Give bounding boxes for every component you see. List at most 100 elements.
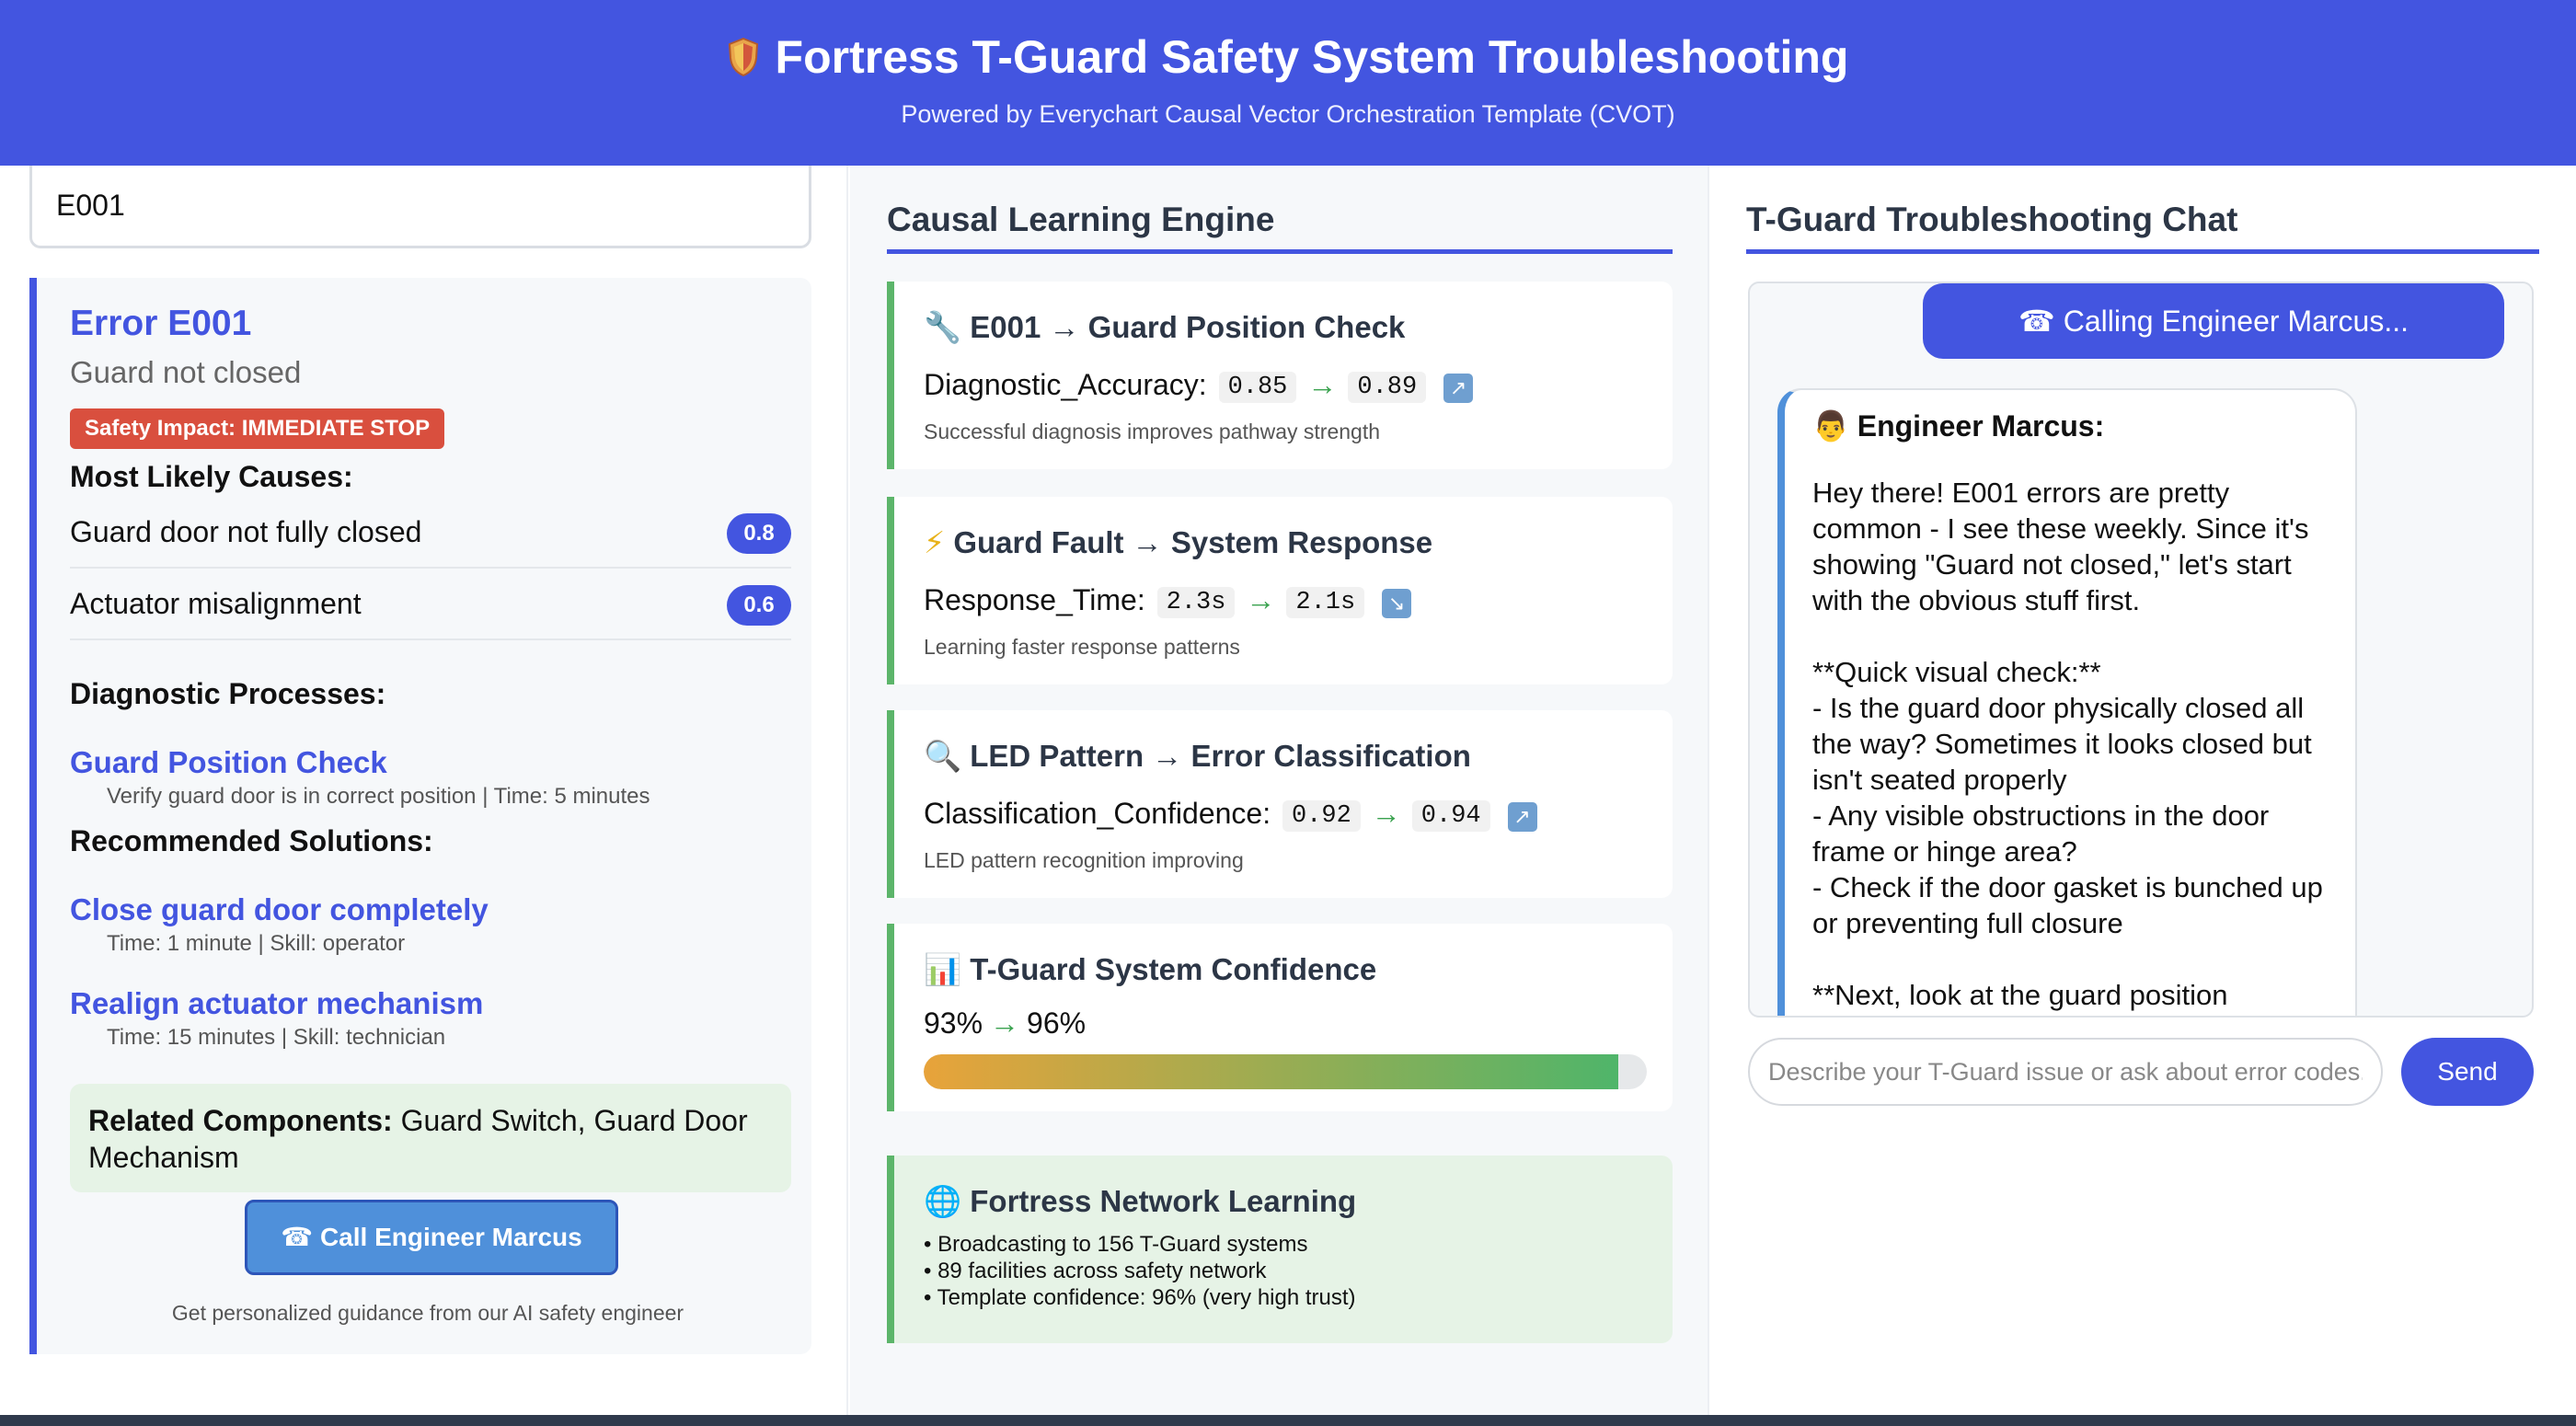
call-engineer-button[interactable]: ☎ Call Engineer Marcus: [245, 1200, 618, 1275]
causal-learning-panel: Causal Learning Engine 🔧 E001 → Guard Po…: [850, 166, 1709, 1415]
learning-card-title-text: LED Pattern → Error Classification: [970, 739, 1471, 773]
page-title-text: Fortress T-Guard Safety System Troublesh…: [775, 31, 1849, 83]
window-bottom-edge: [0, 1415, 2576, 1426]
cause-score-badge: 0.8: [727, 513, 791, 554]
cause-score-badge: 0.6: [727, 585, 791, 626]
page-title: Fortress T-Guard Safety System Troublesh…: [0, 28, 2576, 86]
cause-row: Actuator misalignment 0.6: [70, 569, 791, 640]
solutions-heading: Recommended Solutions:: [70, 824, 433, 857]
metric-to-value: 2.1s: [1286, 587, 1365, 618]
chat-heading: T-Guard Troubleshooting Chat: [1746, 201, 2238, 238]
learning-metric: Diagnostic_Accuracy: 0.85 → 0.89 ↗: [924, 368, 1474, 403]
engineer-message: 👨 Engineer Marcus: Hey there! E001 error…: [1777, 388, 2357, 1016]
metric-label: Diagnostic_Accuracy:: [924, 368, 1207, 401]
phone-icon: ☎: [2018, 304, 2055, 339]
metric-from-value: 0.85: [1218, 372, 1297, 403]
app-header: Fortress T-Guard Safety System Troublesh…: [0, 0, 2576, 166]
arrow-right-icon: →: [1246, 583, 1276, 616]
calling-status: ☎ Calling Engineer Marcus...: [1923, 283, 2504, 359]
related-components-label: Related Components:: [88, 1104, 393, 1137]
trend-up-icon: ↗: [1443, 374, 1474, 403]
learning-card-note: LED pattern recognition improving: [924, 848, 1244, 872]
error-details-card: Error E001 Guard not closed Safety Impac…: [29, 278, 811, 1354]
message-author: 👨 Engineer Marcus:: [1812, 408, 2328, 443]
error-panel: Error E001 Guard not closed Safety Impac…: [0, 166, 848, 1415]
cause-row: Guard door not fully closed 0.8: [70, 497, 791, 569]
learning-card-title-text: E001 → Guard Position Check: [970, 310, 1406, 344]
phone-icon: ☎: [281, 1222, 314, 1252]
network-list-item: • 89 facilities across safety network: [924, 1259, 1267, 1283]
learning-card-title: 🔍 LED Pattern → Error Classification: [924, 738, 1471, 775]
network-list-item: • Template confidence: 96% (very high tr…: [924, 1285, 1356, 1310]
chat-messages[interactable]: ☎ Calling Engineer Marcus... 👨 Engineer …: [1748, 282, 2534, 1018]
error-code-input[interactable]: [29, 166, 811, 248]
learning-card-title: ⚡ Guard Fault → System Response: [924, 524, 1432, 560]
confidence-title-text: T-Guard System Confidence: [970, 952, 1377, 986]
learning-metric: Classification_Confidence: 0.92 → 0.94 ↗: [924, 797, 1537, 832]
solution-link-realign-actuator[interactable]: Realign actuator mechanism: [70, 986, 483, 1021]
metric-from-value: 0.92: [1282, 800, 1361, 832]
shield-icon: [728, 38, 758, 76]
page-subtitle: Powered by Everychart Causal Vector Orch…: [901, 100, 1675, 128]
cause-label: Actuator misalignment: [70, 587, 362, 620]
solution-meta: Time: 1 minute | Skill: operator: [107, 931, 406, 956]
learning-card-note: Successful diagnosis improves pathway st…: [924, 420, 1381, 443]
confidence-progress-fill: [924, 1054, 1618, 1089]
confidence-progress-bar: [924, 1054, 1647, 1089]
metric-to-value: 0.89: [1348, 372, 1427, 403]
causal-engine-heading: Causal Learning Engine: [887, 201, 1275, 238]
arrow-right-icon: →: [1371, 797, 1401, 830]
call-engineer-label: Call Engineer Marcus: [319, 1223, 582, 1251]
message-author-name: Engineer Marcus:: [1857, 409, 2105, 443]
bar-chart-icon: 📊: [924, 951, 962, 987]
network-list: • Broadcasting to 156 T-Guard systems • …: [924, 1231, 1356, 1311]
learning-card-note: Learning faster response patterns: [924, 635, 1240, 659]
network-title-text: Fortress Network Learning: [970, 1184, 1357, 1218]
solution-link-close-guard-door[interactable]: Close guard door completely: [70, 892, 489, 927]
learning-metric: Response_Time: 2.3s → 2.1s ↘: [924, 583, 1412, 618]
trend-down-icon: ↘: [1382, 589, 1412, 618]
call-engineer-caption: Get personalized guidance from our AI sa…: [171, 1301, 684, 1325]
learning-card-title: 🔧 E001 → Guard Position Check: [924, 309, 1405, 346]
send-button[interactable]: Send: [2401, 1038, 2534, 1106]
metric-to-value: 0.94: [1411, 800, 1490, 832]
main-area: Error E001 Guard not closed Safety Impac…: [0, 166, 2576, 1415]
process-link-guard-position-check[interactable]: Guard Position Check: [70, 745, 387, 780]
magnifier-icon: 🔍: [924, 738, 962, 774]
system-confidence-card: 📊 T-Guard System Confidence 93% → 96%: [887, 924, 1673, 1111]
metric-label: Classification_Confidence:: [924, 797, 1271, 830]
heading-divider: [1746, 249, 2539, 254]
confidence-from: 93%: [924, 1006, 983, 1040]
learning-card: ⚡ Guard Fault → System Response Response…: [887, 497, 1673, 684]
confidence-values: 93% → 96%: [924, 1006, 1086, 1041]
confidence-to: 96%: [1027, 1006, 1087, 1040]
heading-divider: [887, 249, 1673, 254]
error-title: Error E001: [70, 304, 252, 343]
solution-meta: Time: 15 minutes | Skill: technician: [107, 1025, 446, 1050]
globe-icon: 🌐: [924, 1183, 962, 1219]
related-components-box: Related Components: Guard Switch, Guard …: [70, 1084, 791, 1192]
arrow-right-icon: →: [990, 1006, 1020, 1040]
error-description: Guard not closed: [70, 355, 302, 389]
calling-status-text: Calling Engineer Marcus...: [2063, 305, 2409, 338]
safety-impact-badge: Safety Impact: IMMEDIATE STOP: [70, 408, 445, 449]
network-list-item: • Broadcasting to 156 T-Guard systems: [924, 1232, 1308, 1257]
causes-heading: Most Likely Causes:: [70, 460, 353, 493]
network-learning-card: 🌐 Fortress Network Learning • Broadcasti…: [887, 1156, 1673, 1343]
cause-label: Guard door not fully closed: [70, 515, 422, 548]
learning-card-title-text: Guard Fault → System Response: [953, 525, 1433, 559]
lightning-icon: ⚡: [924, 524, 946, 560]
process-meta: Verify guard door is in correct position…: [107, 784, 650, 809]
trend-up-icon: ↗: [1507, 802, 1537, 832]
learning-card: 🔧 E001 → Guard Position Check Diagnostic…: [887, 282, 1673, 469]
arrow-right-icon: →: [1307, 368, 1338, 401]
wrench-icon: 🔧: [924, 309, 962, 345]
chat-panel: T-Guard Troubleshooting Chat ☎ Calling E…: [1711, 166, 2576, 1415]
metric-from-value: 2.3s: [1156, 587, 1236, 618]
chat-input[interactable]: [1748, 1038, 2383, 1106]
engineer-avatar-icon: 👨: [1812, 408, 1849, 443]
processes-heading: Diagnostic Processes:: [70, 677, 386, 710]
message-text: Hey there! E001 errors are pretty common…: [1812, 477, 2323, 1011]
network-title: 🌐 Fortress Network Learning: [924, 1183, 1356, 1220]
metric-label: Response_Time:: [924, 583, 1145, 616]
